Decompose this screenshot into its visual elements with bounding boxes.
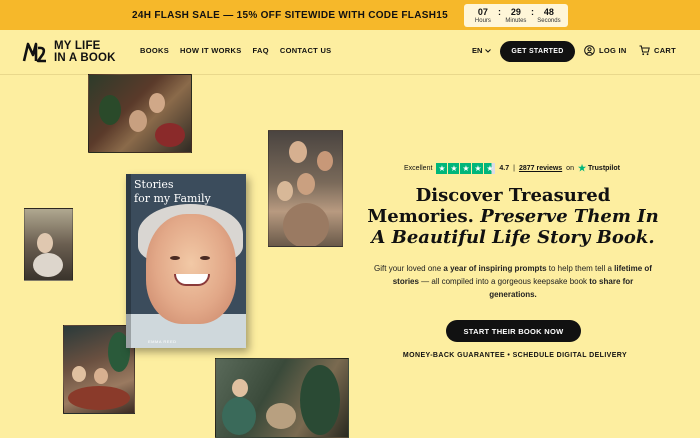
desc-bold-1: a year of inspiring prompts — [443, 264, 547, 273]
book-title: Stories for my Family — [134, 178, 211, 206]
language-selector[interactable]: EN — [472, 46, 492, 55]
promo-bar: 24H FLASH SALE — 15% OFF SITEWIDE WITH C… — [0, 0, 700, 30]
hours-label: Hours — [474, 17, 491, 24]
cart-label: CART — [654, 46, 677, 55]
cart-icon — [639, 45, 650, 56]
hero-description: Gift your loved one a year of inspiring … — [370, 262, 656, 301]
star-icon: ★ — [448, 163, 460, 174]
life-story-book-cover: Stories for my Family EMMA REED — [126, 174, 246, 348]
holiday-dinner-photo — [63, 325, 135, 414]
nav-how-it-works[interactable]: HOW IT WORKS — [180, 46, 242, 55]
book-title-line-2: for my Family — [134, 192, 211, 205]
reviews-link[interactable]: 2877 reviews — [519, 165, 562, 172]
user-icon — [584, 45, 595, 56]
book-cover-eye — [200, 256, 210, 260]
cart-link[interactable]: CART — [639, 45, 676, 56]
family-christmas-photo — [88, 74, 192, 153]
hero-headline: Discover Treasured Memories. Preserve Th… — [366, 185, 660, 248]
logo-text: MY LIFE IN A BOOK — [54, 40, 116, 64]
main-nav: BOOKS HOW IT WORKS FAQ CONTACT US — [140, 46, 331, 55]
language-label: EN — [472, 46, 483, 55]
star-icon: ★ — [436, 163, 448, 174]
christmas-tree-photo — [215, 358, 349, 438]
desc-part-2: to help them tell a — [546, 264, 615, 273]
star-icon: ★ — [460, 163, 472, 174]
separator: : — [497, 6, 501, 17]
trustpilot-logo: ★ Trustpilot — [578, 163, 620, 174]
rating-label: Excellent — [404, 165, 433, 172]
family-portrait-photo — [268, 130, 343, 247]
book-author: EMMA REED — [148, 339, 177, 344]
book-cover-face — [146, 214, 236, 324]
countdown-timer: 07 Hours : 29 Minutes : 48 Seconds — [463, 3, 568, 27]
promo-text: 24H FLASH SALE — 15% OFF SITEWIDE WITH C… — [132, 9, 448, 21]
desc-part-3: — all compiled into a gorgeous keepsake … — [418, 277, 590, 286]
trustpilot-rating[interactable]: Excellent ★ ★ ★ ★ ★ 4.7 | 2877 reviews o… — [404, 163, 620, 174]
countdown-minutes: 29 Minutes — [503, 7, 529, 25]
star-icon: ★ — [484, 163, 496, 174]
vintage-photo-small — [24, 208, 73, 281]
logo-line-1: MY LIFE — [54, 40, 101, 52]
nav-contact-us[interactable]: CONTACT US — [280, 46, 332, 55]
login-label: LOG IN — [599, 46, 627, 55]
site-header: MY LIFE IN A BOOK BOOKS HOW IT WORKS FAQ… — [0, 30, 700, 75]
rating-score: 4.7 — [499, 165, 510, 172]
book-cover-eye — [170, 256, 180, 260]
guarantee-text: MONEY-BACK GUARANTEE • SCHEDULE DIGITAL … — [402, 352, 628, 359]
seconds-label: Seconds — [537, 17, 561, 24]
star-icon: ★ — [472, 163, 484, 174]
start-book-button[interactable]: START THEIR BOOK NOW — [446, 320, 581, 342]
trustpilot-label: Trustpilot — [588, 165, 620, 172]
chevron-down-icon — [485, 48, 492, 53]
logo-mark-icon — [22, 42, 46, 63]
countdown-seconds: 48 Seconds — [536, 7, 562, 25]
book-title-line-1: Stories — [134, 178, 174, 191]
rating-divider: | — [513, 165, 515, 172]
trustpilot-star-icon: ★ — [577, 163, 587, 173]
hours-value: 07 — [477, 6, 488, 17]
login-link[interactable]: LOG IN — [584, 45, 627, 56]
separator: : — [530, 6, 534, 17]
get-started-button[interactable]: GET STARTED — [500, 41, 575, 62]
nav-faq[interactable]: FAQ — [253, 46, 269, 55]
countdown-hours: 07 Hours — [470, 7, 496, 25]
desc-part-1: Gift your loved one — [374, 264, 444, 273]
book-spine — [126, 174, 131, 348]
minutes-label: Minutes — [505, 17, 527, 24]
logo[interactable]: MY LIFE IN A BOOK — [22, 39, 116, 65]
nav-books[interactable]: BOOKS — [140, 46, 169, 55]
rating-on: on — [566, 165, 574, 172]
minutes-value: 29 — [510, 6, 521, 17]
rating-stars: ★ ★ ★ ★ ★ — [436, 163, 496, 174]
seconds-value: 48 — [543, 6, 554, 17]
logo-line-2: IN A BOOK — [54, 52, 116, 64]
